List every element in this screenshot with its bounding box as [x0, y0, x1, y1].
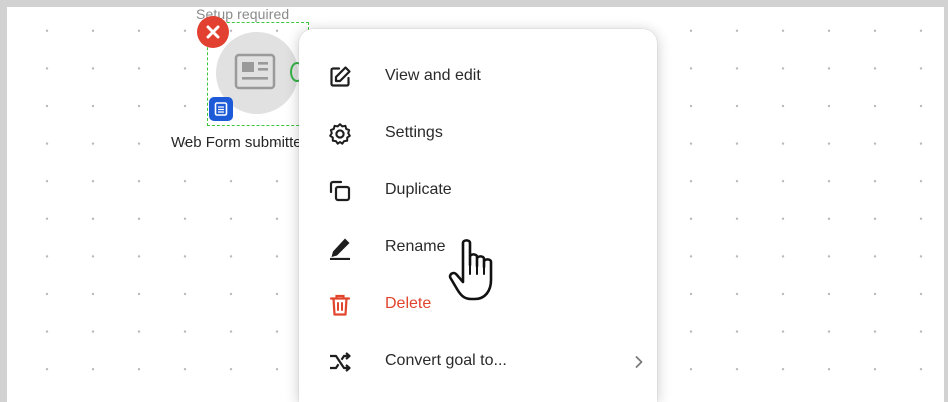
hand-cursor-icon	[448, 239, 493, 301]
menu-item-label: Settings	[385, 124, 443, 141]
close-icon	[206, 25, 220, 39]
gear-icon	[327, 121, 353, 147]
menu-item-view-and-edit[interactable]: View and edit	[299, 49, 657, 105]
menu-item-label: Duplicate	[385, 181, 452, 198]
node-title: Web Form submitted	[171, 134, 301, 151]
edit-icon	[327, 64, 353, 90]
error-badge	[197, 16, 229, 48]
trash-icon	[327, 292, 353, 318]
duplicate-icon	[327, 178, 353, 204]
menu-item-label: Rename	[385, 238, 446, 255]
document-icon	[214, 102, 228, 116]
menu-item-settings[interactable]: Settings	[299, 106, 657, 162]
chevron-right-icon	[635, 356, 643, 368]
menu-item-label: View and edit	[385, 67, 481, 84]
menu-item-convert-goal[interactable]: Convert goal to...	[299, 334, 657, 390]
web-form-icon	[234, 53, 276, 90]
context-menu: View and edit Settings Duplicate Rename	[299, 29, 657, 402]
pencil-icon	[327, 235, 353, 261]
form-type-badge	[209, 97, 233, 121]
menu-item-duplicate[interactable]: Duplicate	[299, 163, 657, 219]
shuffle-icon	[327, 349, 353, 375]
menu-item-label: Delete	[385, 295, 432, 312]
menu-item-label: Convert goal to...	[385, 352, 507, 369]
